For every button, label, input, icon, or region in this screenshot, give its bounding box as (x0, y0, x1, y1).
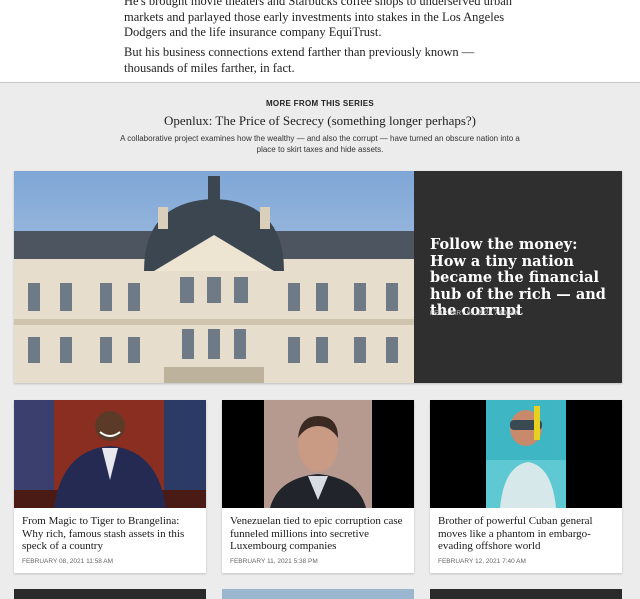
hero-image[interactable] (14, 171, 414, 383)
hero-headline[interactable]: Follow the money: How a tiny nation beca… (430, 236, 616, 320)
story-card[interactable]: Venezuelan tied to epic corruption case … (222, 400, 414, 573)
story-card-preview[interactable] (222, 589, 414, 599)
story-headline[interactable]: Venezuelan tied to epic corruption case … (230, 515, 408, 553)
story-card[interactable]: From Magic to Tiger to Brangelina: Why r… (14, 400, 206, 573)
story-image[interactable] (430, 400, 622, 508)
story-date: FEBRUARY 12, 2021 7:40 AM (438, 558, 526, 565)
story-card-preview[interactable] (430, 589, 622, 599)
story-headline[interactable]: From Magic to Tiger to Brangelina: Why r… (22, 515, 200, 553)
story-card-preview[interactable] (14, 589, 206, 599)
series-kicker: MORE FROM THIS SERIES (265, 99, 375, 108)
story-headline[interactable]: Brother of powerful Cuban general moves … (438, 515, 616, 553)
story-image[interactable] (14, 400, 206, 508)
story-date: FEBRUARY 08, 2021 11:58 AM (22, 558, 114, 565)
article-paragraph: He's brought movie theaters and Starbuck… (124, 0, 513, 39)
story-date: FEBRUARY 11, 2021 5:38 PM (230, 558, 318, 565)
story-image[interactable] (222, 400, 414, 508)
article-paragraph: But his business connections extend fart… (124, 45, 475, 75)
series-description: A collaborative project examines how the… (120, 134, 520, 154)
hero-date: FEBRUARY 09, 2021 7:00 AM (430, 310, 518, 317)
hero-story-card[interactable]: Follow the money: How a tiny nation beca… (14, 171, 622, 383)
hero-text-panel[interactable]: Follow the money: How a tiny nation beca… (414, 171, 622, 383)
article-body: He's brought movie theaters and Starbuck… (0, 0, 640, 83)
series-title[interactable]: Openlux: The Price of Secrecy (something… (0, 113, 640, 129)
story-card[interactable]: Brother of powerful Cuban general moves … (430, 400, 622, 573)
